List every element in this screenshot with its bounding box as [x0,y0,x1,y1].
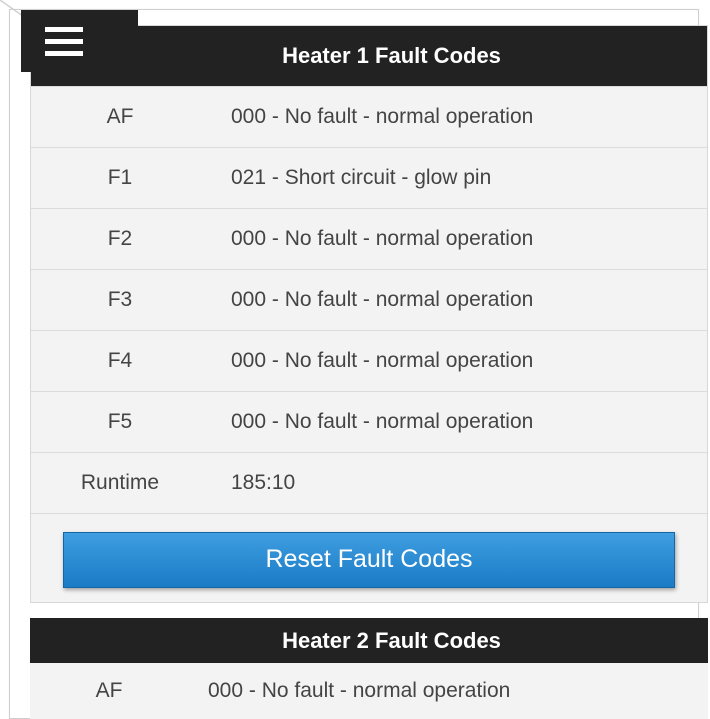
fault-code: F2 [107,227,133,250]
fault-row-f4: F4 000 - No fault - normal operation [31,330,707,391]
fault-description: 021 - Short circuit - glow pin [231,166,492,189]
fault-row-f3: F3 000 - No fault - normal operation [31,269,707,330]
runtime-row: Runtime 185:10 [31,452,707,513]
fault-description: 000 - No fault - normal operation [231,105,534,128]
heater2-title: Heater 2 Fault Codes [30,618,708,663]
runtime-label: Runtime [80,471,160,494]
fault-row-f5: F5 000 - No fault - normal operation [31,391,707,452]
hamburger-menu-icon-bar [45,38,83,44]
reset-button-container: Reset Fault Codes [31,513,707,605]
fault-row-f1: F1 021 - Short circuit - glow pin [31,147,707,208]
fault-row-af: AF 000 - No fault - normal operation [30,663,708,719]
fault-code: F1 [107,166,133,189]
fault-code: AF [106,105,134,128]
fault-description: 000 - No fault - normal operation [231,410,534,433]
fault-description: 000 - No fault - normal operation [231,349,534,372]
hamburger-menu-icon [45,26,83,32]
fault-code: AF [95,679,123,702]
hamburger-menu-icon-bar [45,50,83,56]
page: Heater 1 Fault Codes AF 000 - No fault -… [0,0,710,719]
fault-code: F4 [107,349,133,372]
fault-description: 000 - No fault - normal operation [231,288,534,311]
reset-fault-codes-button[interactable]: Reset Fault Codes [63,531,675,588]
fault-code: F5 [107,410,133,433]
heater1-fault-card: Heater 1 Fault Codes AF 000 - No fault -… [30,25,708,603]
fault-code: F3 [107,288,133,311]
fault-description: 000 - No fault - normal operation [231,227,534,250]
fault-row-af: AF 000 - No fault - normal operation [31,86,707,147]
menu-button[interactable] [21,10,138,72]
runtime-value: 185:10 [231,471,296,494]
heater2-fault-card: Heater 2 Fault Codes AF 000 - No fault -… [30,618,708,719]
fault-description: 000 - No fault - normal operation [208,679,511,702]
fault-row-f2: F2 000 - No fault - normal operation [31,208,707,269]
